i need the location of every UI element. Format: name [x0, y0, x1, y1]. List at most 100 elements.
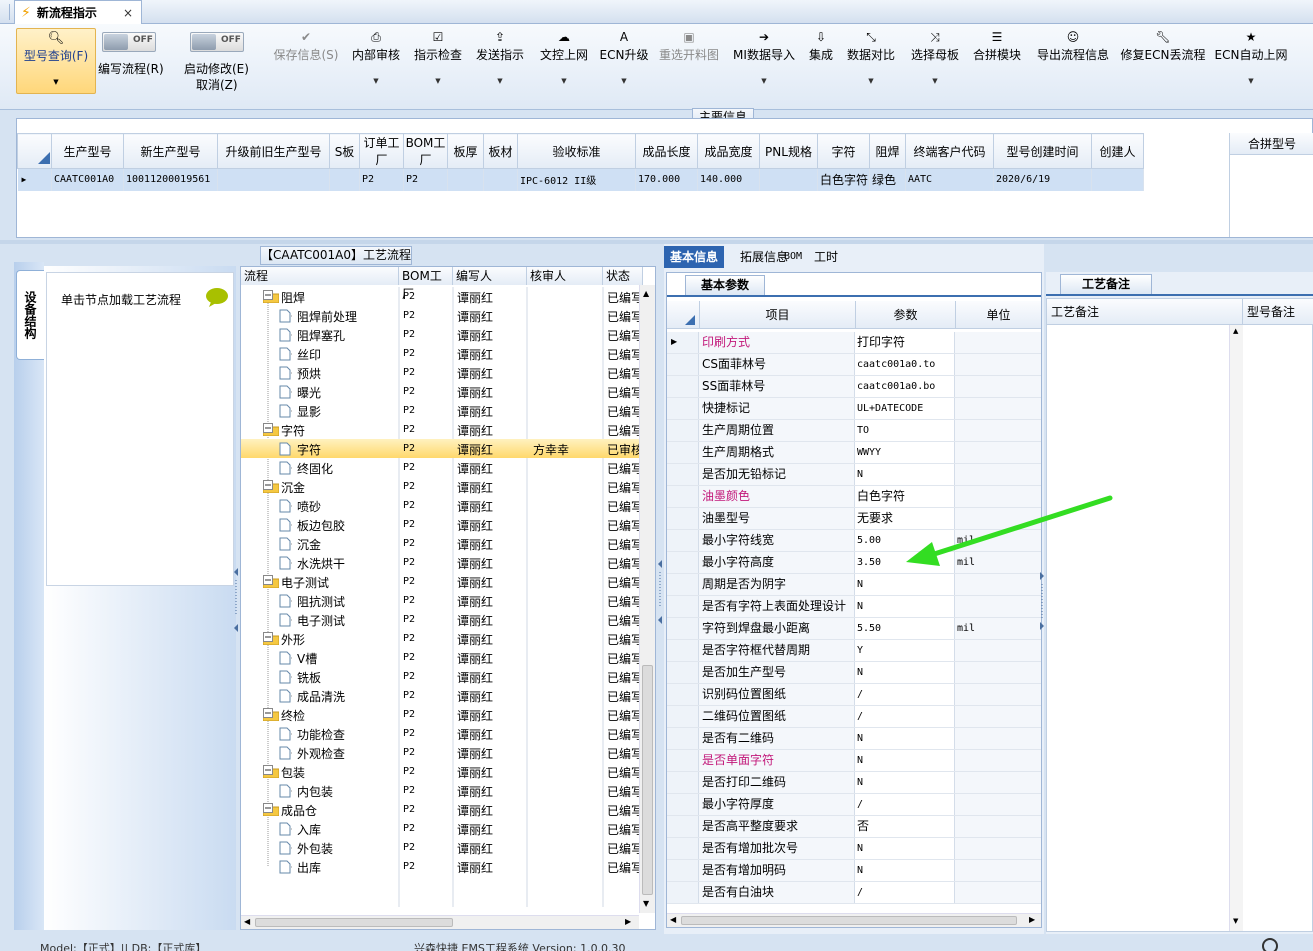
scroll-right-icon[interactable]: ▶	[1029, 915, 1035, 924]
param-value[interactable]: N	[855, 860, 955, 881]
ribbon-button-1[interactable]: ✔ 保存信息(S)	[268, 28, 344, 92]
process-tree-row[interactable]: 字符 P2 谭丽红 已编写	[241, 420, 639, 439]
process-tree-row[interactable]: 出库 P2 谭丽红 已编写	[241, 857, 639, 876]
process-tree-row[interactable]: 水洗烘干 P2 谭丽红 已编写	[241, 553, 639, 572]
ribbon-button-10[interactable]: ⤡ 数据对比 ▼	[846, 28, 896, 92]
param-row[interactable]: 是否打印二维码 N	[667, 772, 1041, 794]
process-tree-row[interactable]: 显影 P2 谭丽红 已编写	[241, 401, 639, 420]
notes-grid[interactable]: 工艺备注 型号备注 ▲ ▼	[1046, 298, 1313, 932]
ribbon-button-6[interactable]: A ECN升级 ▼	[600, 28, 649, 92]
param-value[interactable]: N	[855, 750, 955, 771]
collapse-toggle-icon[interactable]	[263, 632, 273, 642]
close-icon[interactable]: ×	[123, 6, 133, 20]
start-modify-toggle[interactable]: OFF	[190, 32, 244, 52]
params-grid-body[interactable]: ▶ 印刷方式 打印字符 CS面菲林号 caatc001a0.to SS面菲林号 caatc0…	[667, 332, 1041, 904]
param-row[interactable]: 生产周期位置 TO	[667, 420, 1041, 442]
param-value[interactable]: caatc001a0.to	[855, 354, 955, 375]
process-tree-row[interactable]: 内包装 P2 谭丽红 已编写	[241, 781, 639, 800]
param-row[interactable]: 生产周期格式 WWYY	[667, 442, 1041, 464]
collapse-toggle-icon[interactable]	[263, 480, 273, 490]
param-value[interactable]: N	[855, 662, 955, 683]
param-row[interactable]: 是否有增加明码 N	[667, 860, 1041, 882]
collapse-handle[interactable]	[234, 560, 238, 640]
collapse-toggle-icon[interactable]	[263, 765, 273, 775]
param-row[interactable]: 是否加生产型号 N	[667, 662, 1041, 684]
param-row[interactable]: ▶ 印刷方式 打印字符	[667, 332, 1041, 354]
process-tree-row[interactable]: 曝光 P2 谭丽红 已编写	[241, 382, 639, 401]
tab-detail-4[interactable]: 工时	[808, 246, 844, 268]
process-tree-body[interactable]: 阻焊P2谭丽红已编写阻焊前处理P2谭丽红已编写阻焊塞孔P2谭丽红已编写丝印P2谭…	[241, 287, 639, 907]
process-tree-row[interactable]: 电子测试 P2 谭丽红 已编写	[241, 610, 639, 629]
ribbon-button-12[interactable]: ☰ 合拼模块	[972, 28, 1022, 92]
process-tree-row[interactable]: 阻焊 P2 谭丽红 已编写	[241, 287, 639, 306]
ribbon-button-3[interactable]: ☑ 指示检查 ▼	[412, 28, 464, 92]
param-value[interactable]: 打印字符	[855, 332, 955, 353]
process-tree-row[interactable]: 阻抗测试 P2 谭丽红 已编写	[241, 591, 639, 610]
param-row[interactable]: 是否高平整度要求否	[667, 816, 1041, 838]
cancel-button[interactable]: 取消(Z)	[196, 76, 238, 93]
param-value[interactable]: WWYY	[855, 442, 955, 463]
tab-basic-params[interactable]: 基本参数	[685, 275, 765, 295]
scroll-up-icon[interactable]: ▲	[643, 289, 649, 298]
param-value[interactable]: /	[855, 684, 955, 705]
tab-process-notes[interactable]: 工艺备注	[1060, 274, 1152, 294]
param-value[interactable]: N	[855, 772, 955, 793]
param-value[interactable]: /	[855, 794, 955, 815]
param-value[interactable]: N	[855, 464, 955, 485]
param-value[interactable]: TO	[855, 420, 955, 441]
tab-equipment-structure[interactable]: 设备结构	[16, 270, 44, 360]
collapse-toggle-icon[interactable]	[263, 803, 273, 813]
process-tree-row[interactable]: 沉金 P2 谭丽红 已编写	[241, 534, 639, 553]
process-tree-row[interactable]: 成品仓 P2 谭丽红 已编写	[241, 800, 639, 819]
param-value[interactable]: N	[855, 574, 955, 595]
param-row[interactable]: 二维码位置图纸 /	[667, 706, 1041, 728]
process-tree-row[interactable]: 阻焊塞孔 P2 谭丽红 已编写	[241, 325, 639, 344]
param-row[interactable]: 是否加无铅标记 N	[667, 464, 1041, 486]
param-row[interactable]: SS面菲林号 caatc001a0.bo	[667, 376, 1041, 398]
collapse-toggle-icon[interactable]	[263, 708, 273, 718]
collapse-handle[interactable]	[658, 552, 662, 632]
ribbon-button-13[interactable]: ☺ 导出流程信息	[1034, 28, 1112, 92]
param-value[interactable]: 否	[855, 816, 955, 837]
param-value[interactable]: 5.50	[855, 618, 955, 639]
ribbon-button-7[interactable]: ▣ 重选开料图	[658, 28, 720, 92]
param-row[interactable]: 周期是否为阴字 N	[667, 574, 1041, 596]
ribbon-button-4[interactable]: ⇪ 发送指示 ▼	[474, 28, 526, 92]
scroll-left-icon[interactable]: ◀	[670, 915, 676, 924]
table-row[interactable]: ▶ CAATC001A0 10011200019561 P2 P2 IPC-6012 II…	[17, 168, 1144, 191]
scrollbar-thumb[interactable]	[255, 918, 453, 927]
process-tree-row[interactable]: 喷砂 P2 谭丽红 已编写	[241, 496, 639, 515]
scroll-down-icon[interactable]: ▼	[643, 899, 649, 908]
param-value[interactable]: N	[855, 596, 955, 617]
process-tree-row[interactable]: V槽 P2 谭丽红 已编写	[241, 648, 639, 667]
process-tree-row[interactable]: 终固化 P2 谭丽红 已编写	[241, 458, 639, 477]
param-value[interactable]: /	[855, 882, 955, 903]
process-tree-row[interactable]: 板边包胶 P2 谭丽红 已编写	[241, 515, 639, 534]
param-row[interactable]: 字符到焊盘最小距离 5.50 mil	[667, 618, 1041, 640]
process-tree-row[interactable]: 铣板 P2 谭丽红 已编写	[241, 667, 639, 686]
process-tree-row[interactable]: 包装 P2 谭丽红 已编写	[241, 762, 639, 781]
notes-scrollbar[interactable]: ▲ ▼	[1229, 325, 1243, 931]
ribbon-button-2[interactable]: ⎙ 内部审核 ▼	[350, 28, 402, 92]
tab-detail-3[interactable]: BOM	[778, 246, 808, 268]
process-tree-row[interactable]: 外观检查 P2 谭丽红 已编写	[241, 743, 639, 762]
param-value[interactable]: caatc001a0.bo	[855, 376, 955, 397]
param-row[interactable]: 是否有字符上表面处理设计 N	[667, 596, 1041, 618]
scroll-down-icon[interactable]: ▼	[1233, 917, 1238, 925]
ribbon-button-5[interactable]: ☁ 文控上网 ▼	[538, 28, 590, 92]
param-row[interactable]: CS面菲林号 caatc001a0.to	[667, 354, 1041, 376]
param-value[interactable]: N	[855, 838, 955, 859]
param-row[interactable]: 最小字符厚度 /	[667, 794, 1041, 816]
process-tree-row[interactable]: 终检 P2 谭丽红 已编写	[241, 705, 639, 724]
process-tree-row[interactable]: 成品清洗 P2 谭丽红 已编写	[241, 686, 639, 705]
param-row[interactable]: 是否字符框代替周期 Y	[667, 640, 1041, 662]
param-value[interactable]: N	[855, 728, 955, 749]
collapse-handle[interactable]	[1040, 566, 1044, 636]
param-row[interactable]: 快捷标记 UL+DATECODE	[667, 398, 1041, 420]
tab-detail-1[interactable]: 基本信息	[664, 246, 725, 268]
process-tree-row[interactable]: 字符 P2 谭丽红 方幸幸 已审核	[241, 439, 639, 458]
ribbon-button-14[interactable]: 🔧︎ 修复ECN丢流程	[1121, 28, 1206, 92]
edit-flow-toggle[interactable]: OFF	[102, 32, 156, 52]
horizontal-splitter[interactable]	[0, 240, 1313, 244]
process-tree-row[interactable]: 外包装 P2 谭丽红 已编写	[241, 838, 639, 857]
